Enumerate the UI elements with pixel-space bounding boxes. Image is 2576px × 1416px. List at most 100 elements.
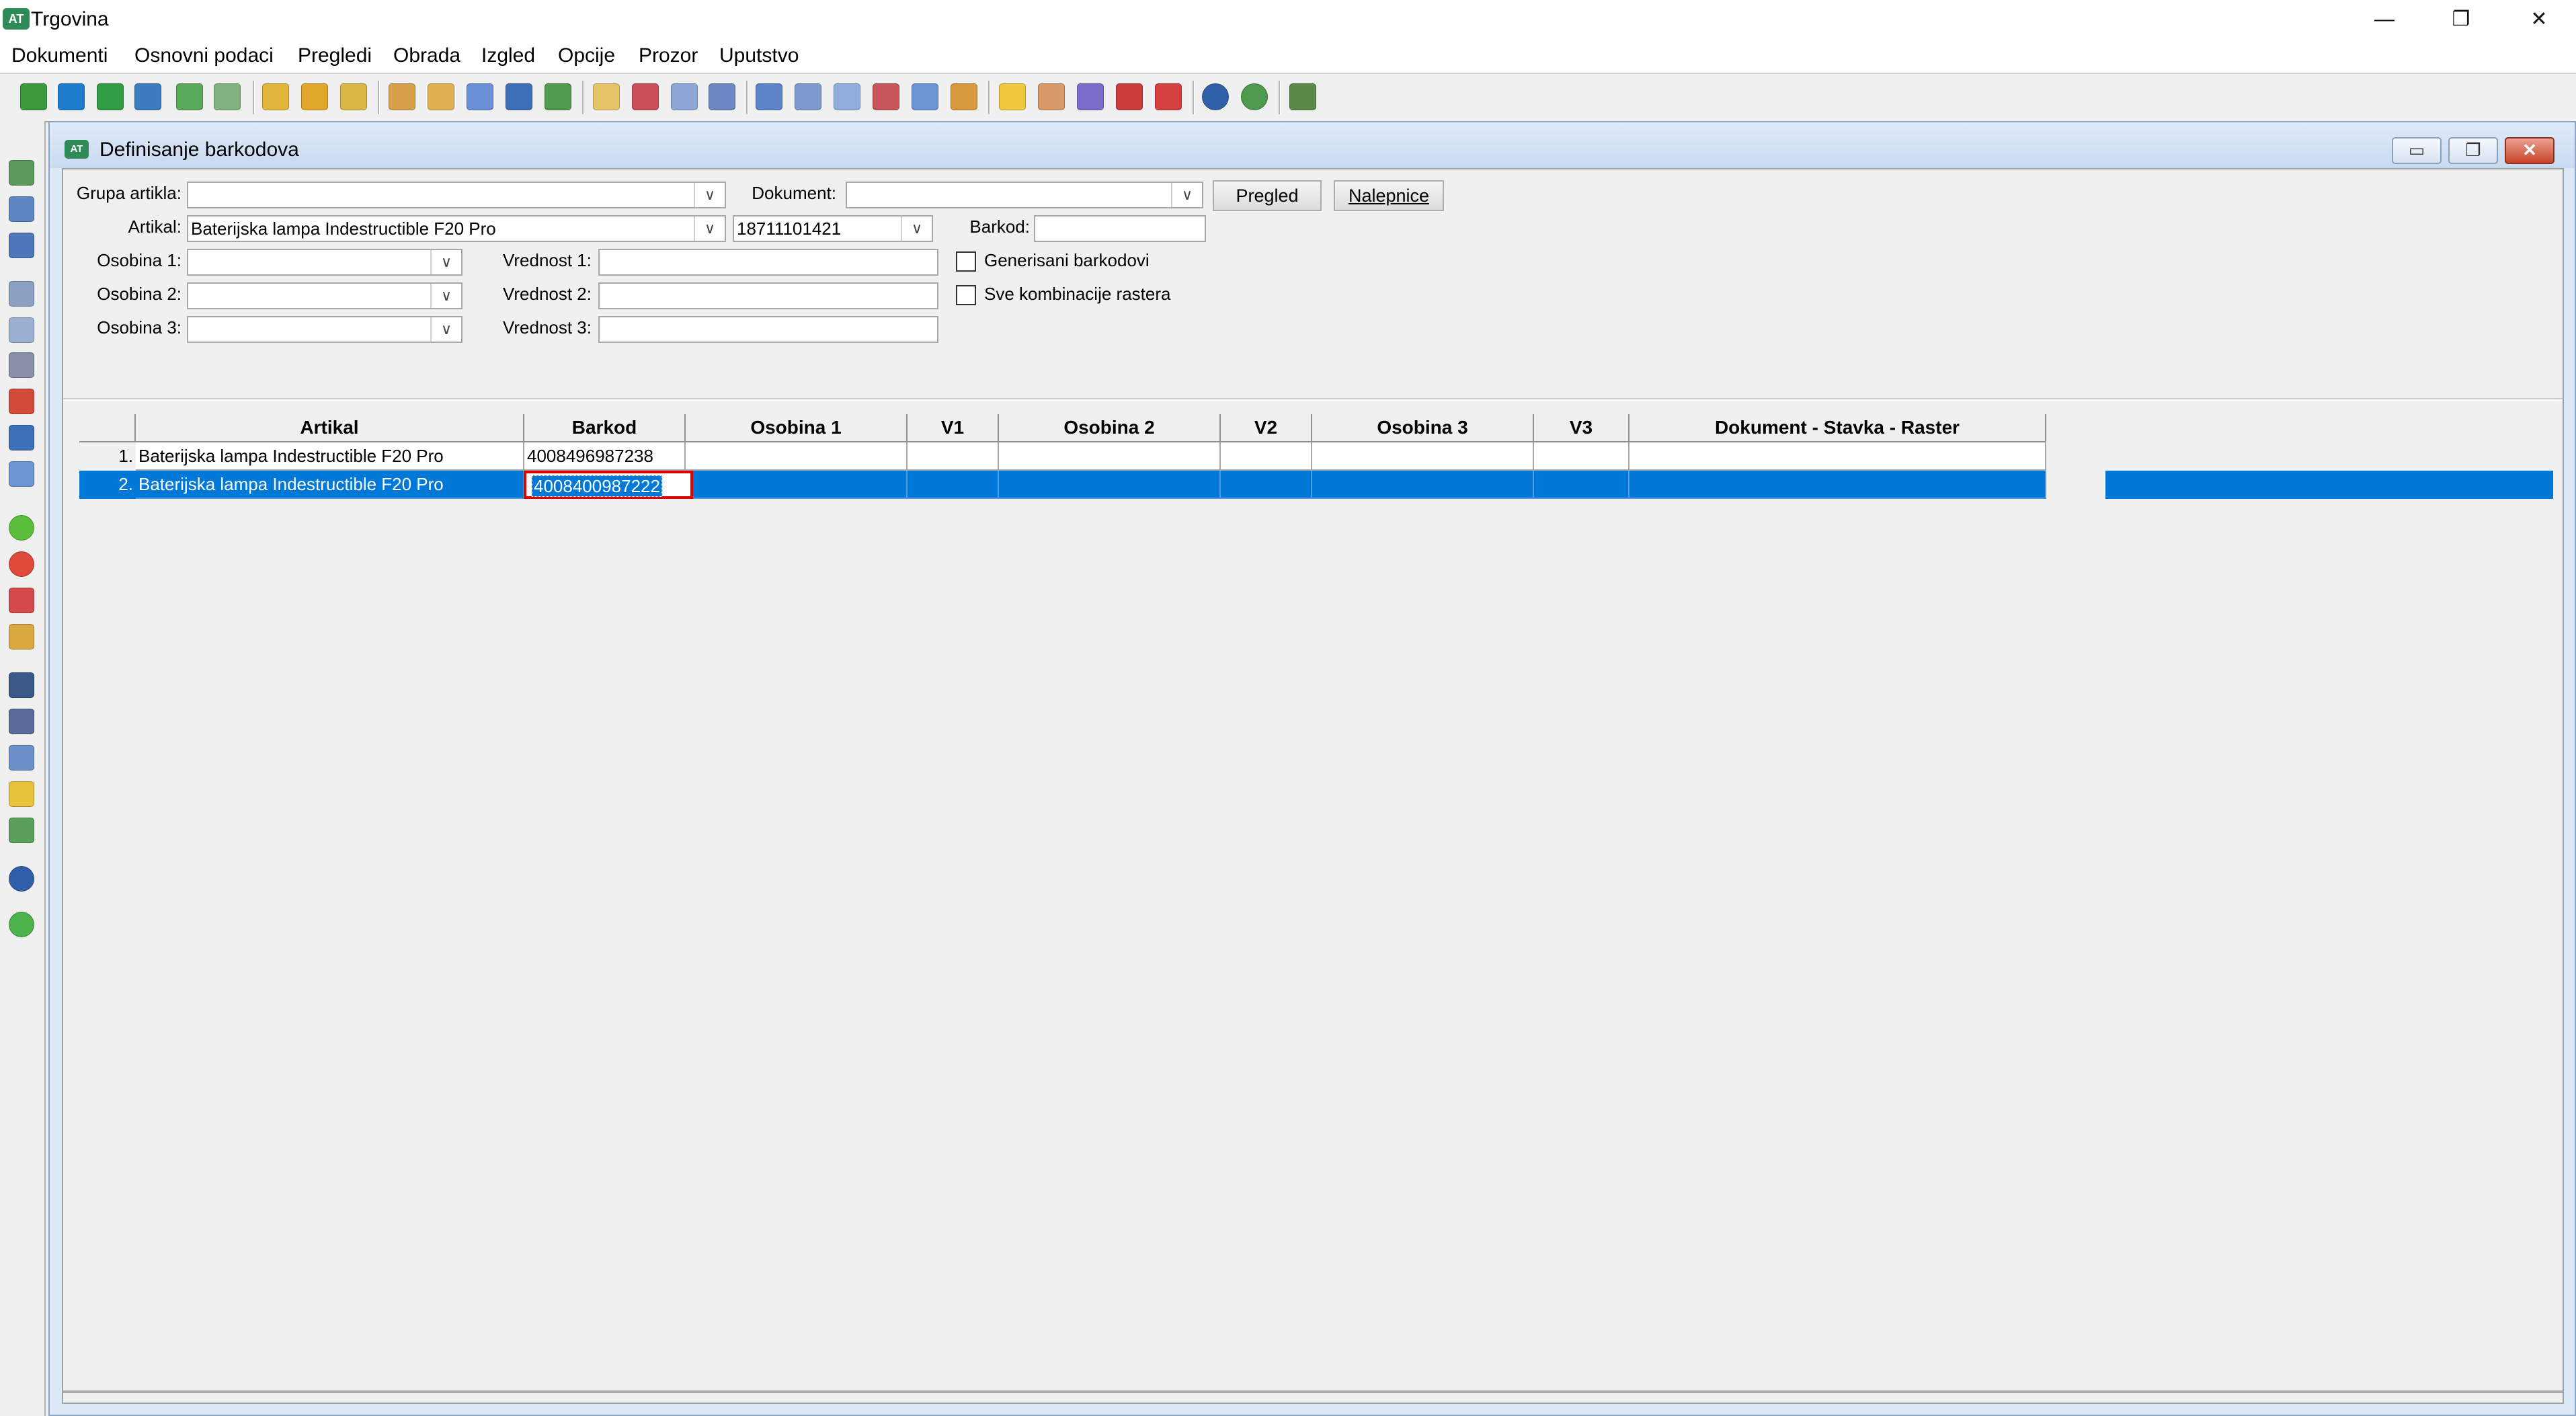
- help-icon[interactable]: [1202, 83, 1229, 110]
- exit-icon[interactable]: [1289, 83, 1316, 110]
- chevron-down-icon[interactable]: ∨: [694, 217, 725, 241]
- cube-icon[interactable]: [9, 425, 34, 450]
- chevron-down-icon[interactable]: ∨: [430, 317, 461, 342]
- cell-artikal[interactable]: Baterijska lampa Indestructible F20 Pro: [136, 442, 524, 471]
- next-icon[interactable]: [9, 912, 34, 937]
- menu-pregledi[interactable]: Pregledi: [298, 44, 372, 67]
- find-icon[interactable]: [9, 672, 34, 698]
- dollar-icon[interactable]: [1116, 83, 1143, 110]
- pregled-button[interactable]: Pregled: [1213, 180, 1322, 211]
- minimize-button[interactable]: —: [2347, 0, 2421, 39]
- green-box-icon[interactable]: [545, 83, 571, 110]
- print-setup-icon[interactable]: [9, 317, 34, 343]
- table-row[interactable]: 1. Baterijska lampa Indestructible F20 P…: [79, 442, 2046, 471]
- column-header-osobina3[interactable]: Osobina 3: [1312, 414, 1534, 442]
- delete-doc-icon[interactable]: [632, 83, 659, 110]
- column-header-dokument-stavka-raster[interactable]: Dokument - Stavka - Raster: [1629, 414, 2046, 442]
- chevron-down-icon[interactable]: ∨: [430, 284, 461, 308]
- chevron-down-icon[interactable]: ∨: [694, 183, 725, 207]
- cell-v3[interactable]: [1534, 442, 1629, 471]
- tag-icon[interactable]: [1038, 83, 1065, 110]
- document-icon[interactable]: [214, 83, 241, 110]
- column-header-v2[interactable]: V2: [1221, 414, 1312, 442]
- restore-button[interactable]: ❐: [2424, 0, 2498, 39]
- cell-barkod[interactable]: 4008496987238: [524, 442, 686, 471]
- vrednost2-input[interactable]: [598, 282, 938, 309]
- undo-icon[interactable]: [9, 588, 34, 613]
- column-header-artikal[interactable]: Artikal: [136, 414, 524, 442]
- column-header-v3[interactable]: V3: [1534, 414, 1629, 442]
- cell-dokument[interactable]: [1629, 442, 2046, 471]
- package-icon[interactable]: [951, 83, 977, 110]
- table-row-selected[interactable]: 2. Baterijska lampa Indestructible F20 P…: [79, 471, 2553, 499]
- cell-v1[interactable]: [908, 442, 999, 471]
- cell-v2[interactable]: [1221, 471, 1312, 499]
- generisani-barkodovi-checkbox[interactable]: [956, 251, 976, 272]
- vrednost1-input[interactable]: [598, 249, 938, 276]
- column-header-v1[interactable]: V1: [908, 414, 999, 442]
- blue-arrow-icon[interactable]: [58, 83, 85, 110]
- export-icon[interactable]: [176, 83, 203, 110]
- pencil-doc-icon[interactable]: [428, 83, 454, 110]
- copy-icon[interactable]: [593, 83, 620, 110]
- envelope-icon[interactable]: [389, 83, 415, 110]
- globe-icon[interactable]: [1241, 83, 1268, 110]
- cell-dokument[interactable]: [1629, 471, 2046, 499]
- folder-edit-icon[interactable]: [301, 83, 328, 110]
- menu-osnovni-podaci[interactable]: Osnovni podaci: [134, 44, 274, 67]
- menu-dokumenti[interactable]: Dokumenti: [11, 44, 108, 67]
- cell-v3[interactable]: [1534, 471, 1629, 499]
- calendar-icon[interactable]: [709, 83, 735, 110]
- osobina3-dropdown[interactable]: ∨: [187, 316, 462, 343]
- cards-icon[interactable]: [873, 83, 899, 110]
- layout-icon[interactable]: [756, 83, 782, 110]
- artikal-code-dropdown[interactable]: 18711101421 ∨: [733, 215, 933, 242]
- artikal-dropdown[interactable]: Baterijska lampa Indestructible F20 Pro …: [187, 215, 726, 242]
- chevron-down-icon[interactable]: ∨: [430, 250, 461, 274]
- table-icon[interactable]: [795, 83, 821, 110]
- gem-icon[interactable]: [1155, 83, 1182, 110]
- expand-icon[interactable]: [9, 818, 34, 843]
- osobina1-dropdown[interactable]: ∨: [187, 249, 462, 276]
- barcode-grid[interactable]: Artikal Barkod Osobina 1 V1 Osobina 2 V2…: [79, 414, 2553, 1396]
- cell-osobina1[interactable]: [686, 471, 908, 499]
- cell-v2[interactable]: [1221, 442, 1312, 471]
- barkod-cell-editor[interactable]: 4008400987222: [524, 471, 693, 499]
- save-as-icon[interactable]: [9, 196, 34, 222]
- dokument-dropdown[interactable]: ∨: [846, 182, 1203, 208]
- green-arrow-icon[interactable]: [97, 83, 124, 110]
- menu-obrada[interactable]: Obrada: [393, 44, 460, 67]
- cell-osobina2[interactable]: [999, 471, 1221, 499]
- grupa-artikla-dropdown[interactable]: ∨: [187, 182, 726, 208]
- folder-open-icon[interactable]: [262, 83, 289, 110]
- close-button[interactable]: ✕: [2502, 0, 2576, 39]
- report-icon[interactable]: [9, 461, 34, 487]
- menu-opcije[interactable]: Opcije: [558, 44, 615, 67]
- child-minimize-button[interactable]: ▭: [2392, 137, 2442, 164]
- list-image-icon[interactable]: [912, 83, 938, 110]
- sum-icon[interactable]: [671, 83, 698, 110]
- blue-box-icon[interactable]: [506, 83, 532, 110]
- nalepnice-button[interactable]: Nalepnice: [1334, 180, 1444, 211]
- gear-icon[interactable]: [1077, 83, 1104, 110]
- child-close-button[interactable]: ✕: [2505, 137, 2554, 164]
- save-icon[interactable]: [9, 160, 34, 186]
- cell-osobina2[interactable]: [999, 442, 1221, 471]
- one-icon[interactable]: [20, 83, 47, 110]
- sort-icon[interactable]: [9, 745, 34, 771]
- chevron-down-icon[interactable]: ∨: [901, 217, 932, 241]
- menu-uputstvo[interactable]: Uputstvo: [719, 44, 799, 67]
- folder-check-icon[interactable]: [340, 83, 367, 110]
- osobina2-dropdown[interactable]: ∨: [187, 282, 462, 309]
- cell-osobina1[interactable]: [686, 442, 908, 471]
- lightbulb-icon[interactable]: [999, 83, 1026, 110]
- edit-icon[interactable]: [9, 624, 34, 650]
- column-header-barkod[interactable]: Barkod: [524, 414, 686, 442]
- import-icon[interactable]: [134, 83, 161, 110]
- chevron-down-icon[interactable]: ∨: [1171, 183, 1202, 207]
- column-header-osobina2[interactable]: Osobina 2: [999, 414, 1221, 442]
- child-restore-button[interactable]: ❐: [2448, 137, 2498, 164]
- column-header-osobina1[interactable]: Osobina 1: [686, 414, 908, 442]
- find-next-icon[interactable]: [9, 709, 34, 734]
- cell-osobina3[interactable]: [1312, 471, 1534, 499]
